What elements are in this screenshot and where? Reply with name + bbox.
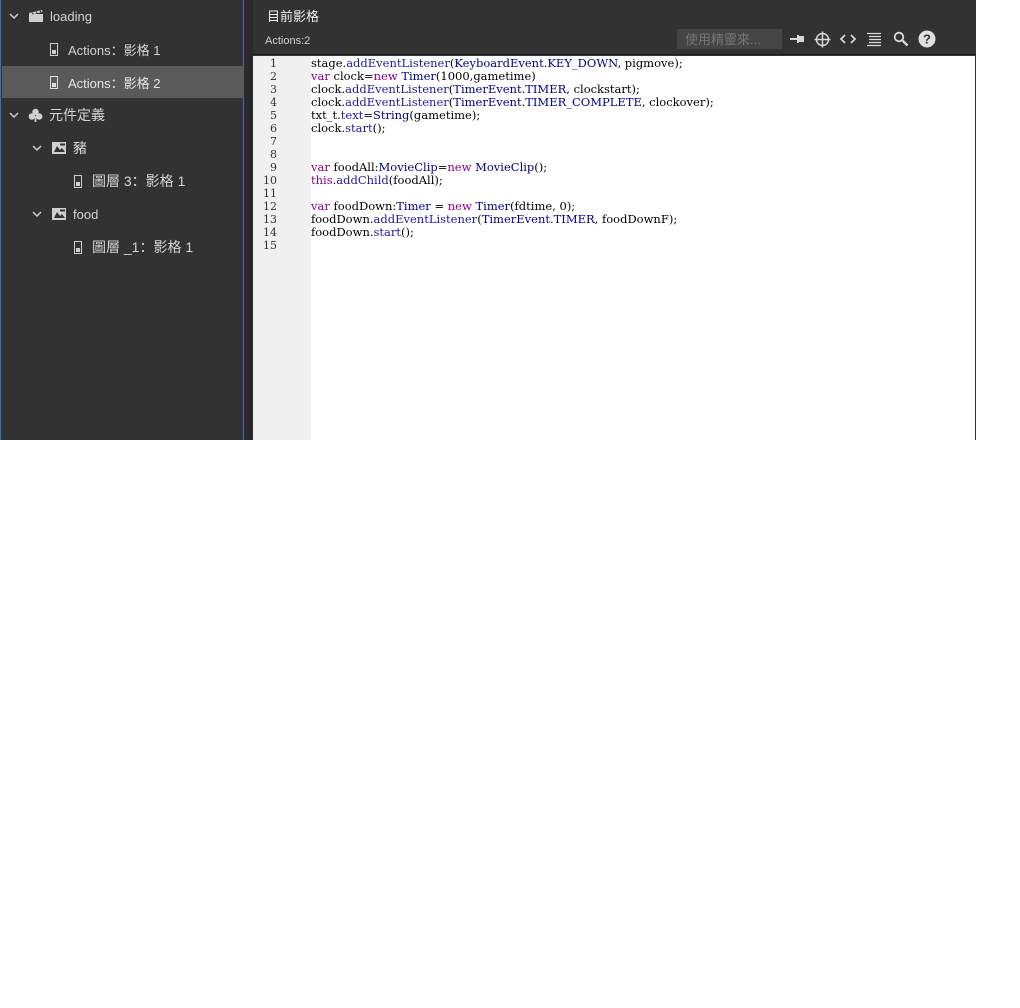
format-icon[interactable]: [863, 29, 885, 49]
tree-item-label: loading: [50, 8, 92, 24]
line-number: 14: [263, 226, 277, 239]
movieclip-icon: [51, 207, 67, 221]
line-number: 8: [270, 148, 277, 161]
tree-item-label: food: [73, 206, 99, 222]
line-number: 4: [270, 96, 277, 109]
tree-item-scene-loading[interactable]: loading: [2, 0, 244, 32]
tree-item-symbol-definitions[interactable]: 元件定義: [2, 99, 244, 131]
tree-item-layer3-frame-1[interactable]: 圖層 3：影格 1: [2, 165, 244, 197]
code-editor[interactable]: 1 2 3 4 5 6 7 8 9 10 11 12 13 14 15 stage.addEventList…: [253, 56, 975, 440]
line-number: 11: [263, 187, 277, 200]
tree-item-actions-frame-2[interactable]: Actions：影格 2: [2, 66, 244, 98]
code-snippet-icon[interactable]: [837, 29, 859, 49]
line-number: 10: [263, 174, 277, 187]
tree-item-actions-frame-1[interactable]: Actions：影格 1: [2, 33, 244, 65]
code-line[interactable]: this.addChild(foodAll);: [311, 174, 443, 187]
line-number: 15: [263, 239, 277, 252]
line-number: 6: [270, 122, 277, 135]
chevron-down-icon[interactable]: [31, 208, 43, 220]
chevron-down-icon[interactable]: [8, 109, 20, 121]
chevron-down-icon[interactable]: [8, 10, 20, 22]
tree-item-label: 豬: [73, 140, 87, 156]
tree-item-label: 圖層 _1：影格 1: [92, 239, 194, 255]
tree-item-symbol-food[interactable]: food: [2, 198, 244, 230]
panel-splitter[interactable]: [244, 0, 253, 440]
line-number: 2: [270, 70, 277, 83]
actions-panel: loading Actions：影格 1 Actions：影格 2 元件定義 豬…: [0, 0, 976, 440]
tree-item-label: 圖層 3：影格 1: [92, 173, 186, 189]
chevron-down-icon[interactable]: [31, 142, 43, 154]
tree-item-layer1-frame-1[interactable]: 圖層 _1：影格 1: [2, 231, 244, 263]
line-number: 3: [270, 83, 277, 96]
movieclip-icon: [51, 141, 67, 155]
code-line[interactable]: clock.start();: [311, 122, 385, 135]
line-number: 1: [270, 57, 277, 70]
svg-text:?: ?: [923, 32, 931, 47]
script-pane: 目前影格 Actions:2 ? 123456789101112131415 s…: [253, 0, 976, 440]
wizard-search-input[interactable]: [677, 29, 782, 49]
frame-icon: [74, 240, 82, 254]
header-divider: [253, 54, 976, 55]
frame-icon: [50, 42, 58, 56]
current-frame-title: 目前影格: [267, 9, 320, 24]
tree-item-label: 元件定義: [49, 107, 105, 123]
code-line[interactable]: foodDown.start();: [311, 226, 414, 239]
tree-item-label: Actions：影格 1: [68, 42, 161, 58]
line-number: 13: [263, 213, 277, 226]
line-number: 9: [270, 161, 277, 174]
line-number: 5: [270, 109, 277, 122]
pin-icon[interactable]: [786, 29, 808, 49]
frame-icon: [74, 174, 82, 188]
script-location-label: Actions:2: [265, 35, 311, 47]
help-icon[interactable]: ?: [916, 29, 938, 49]
script-navigator: loading Actions：影格 1 Actions：影格 2 元件定義 豬…: [0, 0, 244, 440]
tree-item-symbol-pig[interactable]: 豬: [2, 132, 244, 164]
search-icon[interactable]: [890, 29, 912, 49]
line-number-gutter: 1 2 3 4 5 6 7 8 9 10 11 12 13 14 15: [253, 56, 311, 440]
tree-item-label: Actions：影格 2: [68, 75, 161, 91]
symbol-definitions-icon: [28, 108, 43, 123]
line-number: 7: [270, 135, 277, 148]
frame-icon: [50, 75, 58, 89]
target-icon[interactable]: [811, 29, 833, 49]
line-number: 12: [263, 200, 277, 213]
scene-icon: [28, 9, 44, 23]
